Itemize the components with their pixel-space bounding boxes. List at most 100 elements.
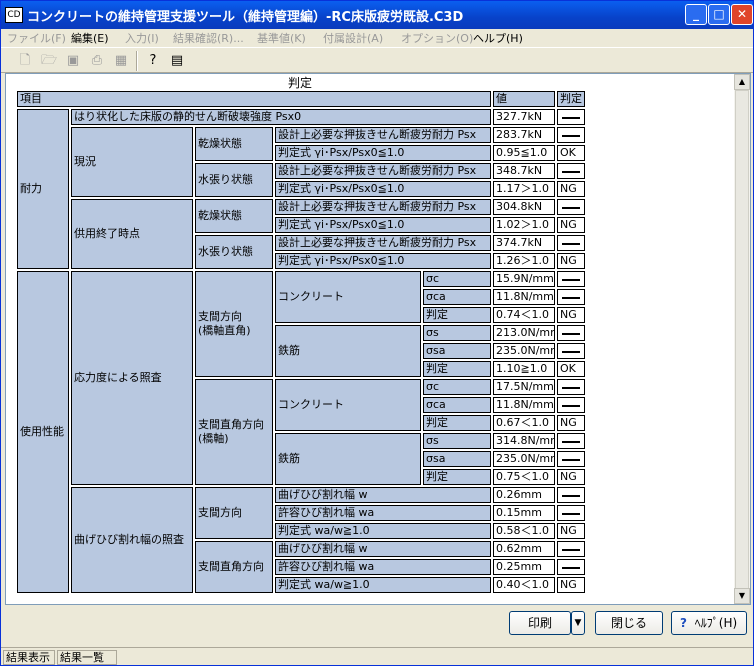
stress-dir1-conc-label: コンクリート bbox=[275, 271, 421, 323]
menu-standard[interactable]: 基準値(K) bbox=[257, 30, 306, 46]
row-label: σs bbox=[423, 325, 491, 341]
crack-w-value: 0.62mm bbox=[493, 541, 555, 557]
scroll-up-icon[interactable]: ▲ bbox=[734, 74, 750, 90]
row-value: 0.74＜1.0 bbox=[493, 307, 555, 323]
save-icon[interactable]: ▣ bbox=[63, 51, 83, 71]
dash-mark bbox=[557, 325, 585, 341]
help-button[interactable]: ? ﾍﾙﾌﾟ(H) bbox=[671, 611, 747, 635]
calculator-icon[interactable]: ▦ bbox=[111, 51, 131, 71]
row-label: σca bbox=[423, 289, 491, 305]
end-label: 供用終了時点 bbox=[71, 199, 193, 269]
print-button[interactable]: 印刷 bbox=[509, 611, 571, 635]
print-dropdown-icon[interactable]: ▼ bbox=[571, 611, 585, 635]
window-title: コンクリートの維持管理支援ツール（維持管理編）-RC床版疲労既設.C3D bbox=[27, 10, 464, 25]
row-label: 判定 bbox=[423, 415, 491, 431]
dash-mark bbox=[557, 271, 585, 287]
psx0-label: はり状化した床版の静的せん断破壊強度 Psx0 bbox=[71, 109, 491, 125]
row-label: σs bbox=[423, 433, 491, 449]
maximize-button[interactable]: □ bbox=[708, 4, 730, 25]
menu-help[interactable]: ヘルプ(H) bbox=[473, 30, 523, 46]
row-label: σsa bbox=[423, 343, 491, 359]
row-label: σc bbox=[423, 379, 491, 395]
menu-file[interactable]: ファイル(F) bbox=[7, 30, 66, 46]
menu-result[interactable]: 結果確認(R)... bbox=[173, 30, 244, 46]
status-result-list: 結果一覧 bbox=[57, 650, 117, 665]
stress-dir1-steel-label: 鉄筋 bbox=[275, 325, 421, 377]
vertical-scrollbar[interactable]: ▲ ▼ bbox=[734, 74, 750, 604]
row-value: 11.8N/mm bbox=[493, 289, 555, 305]
crack-w-label: 曲げひび割れ幅 w bbox=[275, 541, 491, 557]
report-title: 判定 bbox=[288, 76, 313, 90]
header-value: 値 bbox=[493, 91, 555, 107]
dash-mark bbox=[557, 343, 585, 359]
row-value: 17.5N/mm bbox=[493, 379, 555, 395]
crack-judge-label: 判定式 wa/w≧1.0 bbox=[275, 523, 491, 539]
app-icon[interactable]: CD bbox=[5, 7, 23, 23]
card-icon[interactable]: ▤ bbox=[167, 51, 187, 71]
row-judge: NG bbox=[557, 307, 585, 323]
row-judge: NG bbox=[557, 415, 585, 431]
scroll-down-icon[interactable]: ▼ bbox=[734, 588, 750, 604]
row-value: 11.8N/mm bbox=[493, 397, 555, 413]
menu-attached[interactable]: 付属設計(A) bbox=[323, 30, 383, 46]
end-dry-judge-label: 判定式 γi･Psx/Psx0≦1.0 bbox=[275, 217, 491, 233]
dash-mark bbox=[557, 289, 585, 305]
print-preview-icon[interactable]: ⎙ bbox=[87, 51, 107, 71]
dash-mark bbox=[557, 235, 585, 251]
current-wet-judge-value: 1.17＞1.0 bbox=[493, 181, 555, 197]
row-value: 314.8N/mm bbox=[493, 433, 555, 449]
help-question-icon[interactable]: ? bbox=[143, 51, 163, 71]
end-wet-resist-value: 374.7kN bbox=[493, 235, 555, 251]
button-area: 印刷 ▼ 閉じる ? ﾍﾙﾌﾟ(H) bbox=[1, 605, 753, 645]
menu-edit[interactable]: 編集(E) bbox=[71, 30, 109, 46]
current-dry-judge: OK bbox=[557, 145, 585, 161]
header-judge: 判定 bbox=[557, 91, 585, 107]
crack-wa-label: 許容ひび割れ幅 wa bbox=[275, 559, 491, 575]
end-dry-resist-value: 304.8kN bbox=[493, 199, 555, 215]
stress-check-label: 応力度による照査 bbox=[71, 271, 193, 485]
dash-mark bbox=[557, 487, 585, 503]
row-label: 判定 bbox=[423, 361, 491, 377]
dash-mark bbox=[557, 379, 585, 395]
header-item: 項目 bbox=[17, 91, 491, 107]
row-value: 0.75＜1.0 bbox=[493, 469, 555, 485]
row-value: 15.9N/mm bbox=[493, 271, 555, 287]
row-label: σca bbox=[423, 397, 491, 413]
application-window: CD コンクリートの維持管理支援ツール（維持管理編）-RC床版疲労既設.C3D … bbox=[0, 0, 754, 666]
current-wet-judge: NG bbox=[557, 181, 585, 197]
end-dry-resist-label: 設計上必要な押抜きせん断疲労耐力 Psx bbox=[275, 199, 491, 215]
crack-judge-value: 0.40＜1.0 bbox=[493, 577, 555, 593]
dash-mark bbox=[557, 559, 585, 575]
row-label: σc bbox=[423, 271, 491, 287]
crack-wa-value: 0.25mm bbox=[493, 559, 555, 575]
row-value: 235.0N/mm bbox=[493, 343, 555, 359]
crack-judge-value: 0.58＜1.0 bbox=[493, 523, 555, 539]
minimize-button[interactable]: _ bbox=[685, 4, 707, 25]
new-file-icon[interactable]: 🗋 bbox=[15, 51, 35, 71]
menu-input[interactable]: 入力(I) bbox=[125, 30, 159, 46]
current-dry-label: 乾燥状態 bbox=[195, 127, 273, 161]
current-wet-resist-value: 348.7kN bbox=[493, 163, 555, 179]
open-folder-icon[interactable]: 🗁 bbox=[39, 51, 59, 71]
end-wet-judge: NG bbox=[557, 253, 585, 269]
status-bar: 結果表示 結果一覧 bbox=[1, 647, 753, 665]
close-button[interactable]: 閉じる bbox=[595, 611, 663, 635]
crack-w-value: 0.26mm bbox=[493, 487, 555, 503]
row-judge: NG bbox=[557, 469, 585, 485]
dash-mark bbox=[557, 109, 585, 125]
dash-mark bbox=[557, 505, 585, 521]
dash-mark bbox=[557, 541, 585, 557]
current-dry-judge-label: 判定式 γi･Psx/Psx0≦1.0 bbox=[275, 145, 491, 161]
end-wet-label: 水張り状態 bbox=[195, 235, 273, 269]
current-dry-resist-value: 283.7kN bbox=[493, 127, 555, 143]
dash-mark bbox=[557, 199, 585, 215]
title-bar[interactable]: CD コンクリートの維持管理支援ツール（維持管理編）-RC床版疲労既設.C3D … bbox=[1, 1, 753, 29]
row-judge: OK bbox=[557, 361, 585, 377]
stress-dir2-label: 支間直角方向 (橋軸) bbox=[195, 379, 273, 485]
status-result-view: 結果表示 bbox=[3, 650, 55, 665]
crack-judge-label: 判定式 wa/w≧1.0 bbox=[275, 577, 491, 593]
scroll-thumb[interactable] bbox=[735, 90, 749, 590]
row-value: 0.67＜1.0 bbox=[493, 415, 555, 431]
close-window-button[interactable]: ✕ bbox=[731, 4, 753, 25]
menu-options[interactable]: オプション(O) bbox=[401, 30, 473, 46]
